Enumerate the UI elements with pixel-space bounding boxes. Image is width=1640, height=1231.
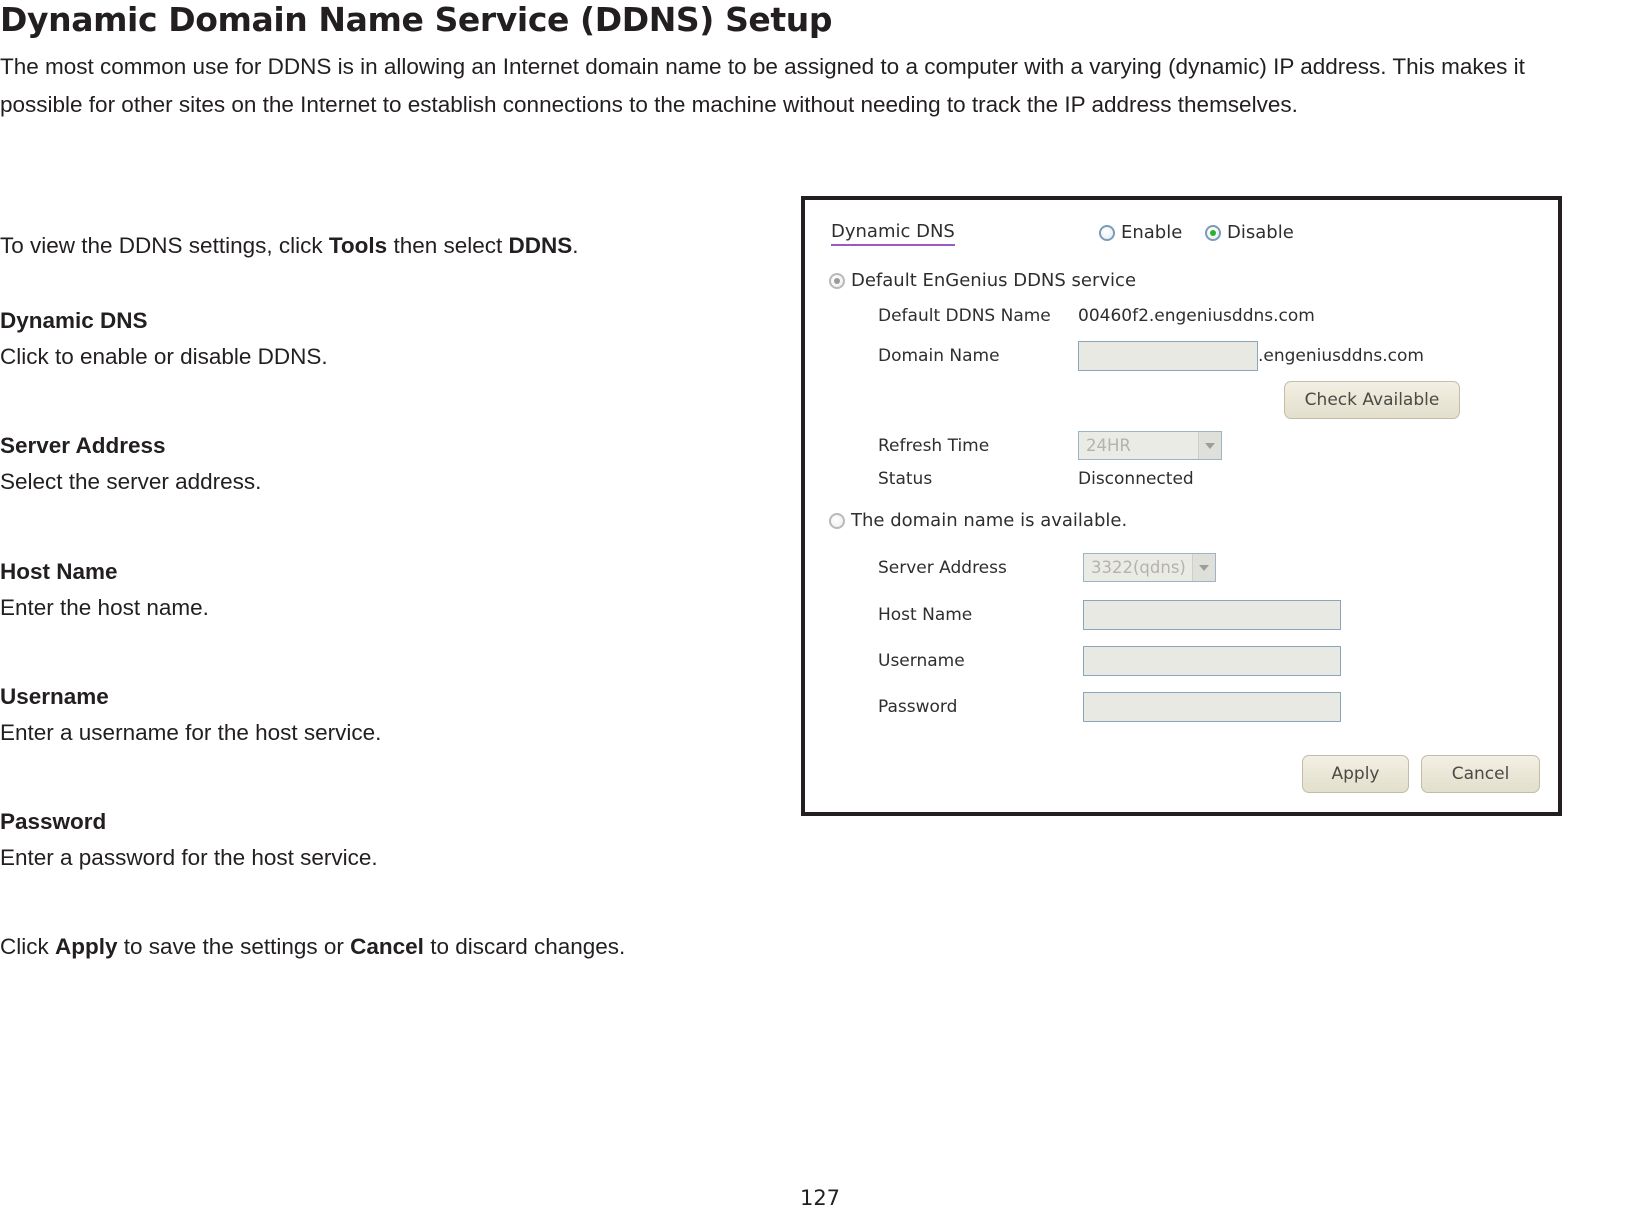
check-available-button[interactable]: Check Available [1284, 381, 1460, 419]
username-label: Username [878, 651, 965, 671]
domain-available-radio-option[interactable]: The domain name is available. [829, 510, 1127, 531]
server-address-row: Server Address 3322(qdns) [878, 553, 1216, 582]
section-text: Select the server address. [0, 469, 262, 494]
instruction-tail: . [572, 233, 579, 258]
apply-button[interactable]: Apply [1302, 755, 1409, 793]
password-label: Password [878, 697, 958, 717]
default-service-radio-icon[interactable] [829, 272, 845, 289]
section-text: Enter the host name. [0, 595, 209, 620]
refresh-time-select[interactable]: 24HR [1078, 431, 1222, 460]
section-host-name: Host Name Enter the host name. [0, 554, 760, 626]
section-heading: Server Address [0, 433, 166, 458]
closing-tail: to discard changes. [423, 934, 626, 959]
refresh-time-label: Refresh Time [878, 435, 990, 456]
section-server-address: Server Address Select the server address… [0, 428, 760, 500]
refresh-time-row: Refresh Time 24HR [878, 431, 1222, 460]
host-name-row: Host Name [878, 600, 1341, 630]
host-name-input[interactable] [1083, 600, 1341, 630]
instruction-bold-ddns: DDNS [508, 233, 573, 258]
domain-name-input[interactable] [1078, 341, 1258, 371]
closing-lead: Click [0, 934, 55, 959]
intro-paragraph: The most common use for DDNS is in allow… [0, 54, 1525, 117]
domain-available-radio-label: The domain name is available. [851, 510, 1128, 531]
status-row: Status Disconnected [878, 469, 1194, 489]
closing-line: Click Apply to save the settings or Canc… [0, 929, 790, 965]
chevron-down-icon[interactable] [1198, 432, 1221, 459]
domain-name-suffix: .engeniusddns.com [1258, 346, 1424, 366]
disable-radio-icon[interactable] [1205, 224, 1221, 241]
documentation-column: Dynamic Domain Name Service (DDNS) Setup [0, 0, 833, 44]
closing-bold-apply: Apply [55, 934, 118, 959]
instruction-line: To view the DDNS settings, click Tools t… [0, 228, 760, 264]
instruction-bold-tools: Tools [328, 233, 388, 258]
instruction-middle: then select [387, 233, 509, 258]
default-service-radio-option[interactable]: Default EnGenius DDNS service [829, 270, 1136, 291]
username-row: Username [878, 646, 1341, 676]
default-ddns-name-label: Default DDNS Name [878, 306, 1051, 326]
check-available-row: Check Available [1284, 381, 1460, 419]
closing-middle: to save the settings or [117, 934, 351, 959]
password-row: Password [878, 692, 1341, 722]
section-text: Click to enable or disable DDNS. [0, 344, 328, 369]
instruction-lead: To view the DDNS settings, click [0, 233, 329, 258]
refresh-time-value: 24HR [1086, 436, 1131, 455]
domain-available-radio-icon[interactable] [829, 512, 845, 529]
status-value: Disconnected [1078, 469, 1194, 489]
section-password: Password Enter a password for the host s… [0, 804, 760, 876]
domain-name-label: Domain Name [878, 346, 1000, 366]
action-buttons-row: Apply Cancel [1302, 755, 1540, 793]
server-address-value: 3322(qdns) [1091, 558, 1186, 577]
enable-radio-icon[interactable] [1099, 224, 1115, 241]
page-title: Dynamic Domain Name Service (DDNS) Setup [0, 0, 833, 39]
section-heading: Password [0, 809, 107, 834]
disable-radio-label: Disable [1227, 222, 1294, 243]
ddns-settings-panel: Dynamic DNS Enable Disable Default EnGen… [801, 196, 1562, 816]
section-heading: Host Name [0, 559, 118, 584]
password-input[interactable] [1083, 692, 1341, 722]
default-service-radio-label: Default EnGenius DDNS service [851, 270, 1137, 291]
page-number: 127 [799, 1186, 841, 1210]
domain-name-row: Domain Name .engeniusddns.com [878, 341, 1424, 371]
enable-radio-label: Enable [1121, 222, 1183, 243]
default-ddns-name-row: Default DDNS Name 00460f2.engeniusddns.c… [878, 306, 1315, 326]
cancel-button[interactable]: Cancel [1421, 755, 1540, 793]
enable-radio-option[interactable]: Enable [1099, 222, 1182, 243]
status-label: Status [878, 469, 933, 489]
closing-bold-cancel: Cancel [350, 934, 424, 959]
section-text: Enter a password for the host service. [0, 845, 378, 870]
section-heading: Dynamic DNS [0, 308, 148, 333]
section-dynamic-dns: Dynamic DNS Click to enable or disable D… [0, 303, 760, 375]
server-address-label: Server Address [878, 557, 1007, 578]
server-address-select[interactable]: 3322(qdns) [1083, 553, 1216, 582]
chevron-down-icon[interactable] [1192, 554, 1215, 581]
dynamic-dns-heading[interactable]: Dynamic DNS [831, 221, 955, 246]
host-name-label: Host Name [878, 605, 973, 625]
section-heading: Username [0, 684, 109, 709]
disable-radio-option[interactable]: Disable [1205, 222, 1294, 243]
username-input[interactable] [1083, 646, 1341, 676]
dynamic-dns-heading-row: Dynamic DNS [831, 221, 955, 246]
section-text: Enter a username for the host service. [0, 720, 382, 745]
section-username: Username Enter a username for the host s… [0, 679, 760, 751]
default-ddns-name-value: 00460f2.engeniusddns.com [1078, 306, 1315, 326]
